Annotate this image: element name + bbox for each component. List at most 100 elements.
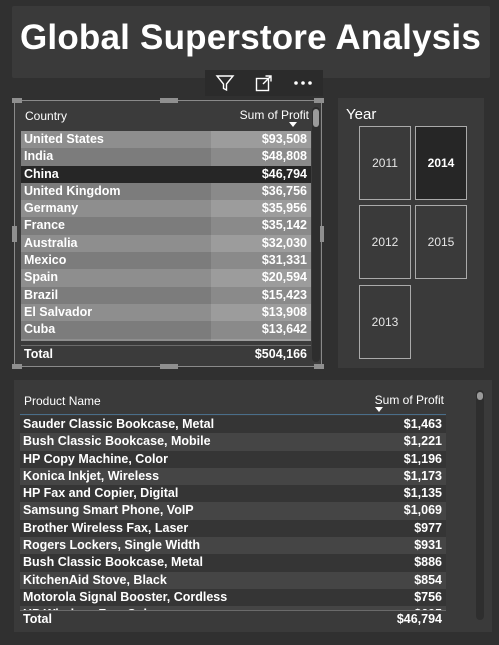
profit-value: $35,956 (211, 200, 311, 218)
sort-descending-icon (375, 407, 383, 412)
table-row[interactable]: El Salvador $13,908 (21, 303, 311, 322)
profit-value: $1,173 (403, 468, 442, 483)
year-tile-2012[interactable]: 2012 (359, 205, 411, 279)
profit-value: $31,331 (211, 252, 311, 270)
country-name: Australia (24, 235, 78, 250)
country-name: France (24, 218, 65, 233)
table-row[interactable]: Samsung Smart Phone, VoIP $1,069 (20, 502, 446, 520)
profit-value: $48,808 (211, 148, 311, 166)
year-tile-2015[interactable]: 2015 (415, 205, 467, 279)
table-row[interactable]: India $48,808 (21, 148, 311, 166)
year-tile-label: 2014 (427, 156, 455, 170)
country-name: United Kingdom (24, 183, 121, 198)
year-tile-label: 2015 (427, 235, 455, 249)
year-tile-2014[interactable]: 2014 (415, 126, 467, 200)
table-row[interactable]: Rogers Lockers, Single Width $931 (20, 537, 446, 555)
header-divider (20, 414, 446, 415)
product-rows: Sauder Classic Bookcase, Metal $1,463 Bush… (20, 416, 446, 612)
table-row[interactable]: Germany $35,956 (21, 200, 311, 218)
table-row[interactable]: Nicaragua$10,629 (21, 338, 311, 341)
country-name: Mexico (24, 253, 67, 268)
table-row[interactable]: Spain $20,594 (21, 269, 311, 287)
table-row[interactable]: KitchenAid Stove, Black $854 (20, 571, 446, 589)
sort-descending-icon (289, 122, 297, 127)
table-row[interactable]: Sauder Classic Bookcase, Metal $1,463 (20, 416, 446, 434)
product-scrollbar[interactable] (476, 390, 484, 620)
table-row[interactable]: Cuba $13,642 (21, 321, 311, 339)
profit-column-header[interactable]: Sum of Profit (375, 393, 444, 407)
profit-value: $15,423 (211, 286, 311, 304)
product-column-header[interactable]: Product Name (24, 394, 101, 408)
year-tile-label: 2012 (371, 235, 399, 249)
product-name: Bush Classic Bookcase, Metal (23, 555, 203, 570)
table-row[interactable]: Australia $32,030 (21, 234, 311, 253)
resize-handle[interactable] (314, 98, 324, 103)
country-scroll-thumb[interactable] (313, 109, 319, 127)
product-table[interactable]: Product Name Sum of Profit Sauder Classi… (14, 380, 492, 632)
profit-value: $1,135 (403, 486, 442, 501)
product-total-row: Total $46,794 (20, 610, 446, 628)
profit-value: $1,069 (403, 503, 442, 518)
resize-handle[interactable] (314, 364, 324, 369)
profit-value: $854 (414, 572, 442, 587)
table-row[interactable]: HP Copy Machine, Color $1,196 (20, 450, 446, 468)
profit-value: $36,756 (211, 182, 311, 201)
total-label: Total (23, 612, 52, 626)
profit-column-header[interactable]: Sum of Profit (240, 108, 309, 122)
table-row[interactable]: United States $93,508 (21, 131, 311, 149)
table-row[interactable]: Bush Classic Bookcase, Metal $886 (20, 554, 446, 572)
country-name: India (24, 149, 54, 164)
table-row[interactable]: Brother Wireless Fax, Laser $977 (20, 519, 446, 538)
profit-value: $1,463 (403, 417, 442, 431)
profit-value: $46,794 (211, 165, 311, 183)
profit-value: $20,594 (211, 269, 311, 287)
product-name: HP Copy Machine, Color (23, 451, 168, 466)
total-value: $46,794 (396, 612, 442, 626)
focus-mode-icon[interactable] (252, 71, 276, 95)
country-name: Cuba (24, 322, 56, 337)
country-name: United States (24, 132, 104, 146)
country-column-header[interactable]: Country (25, 109, 67, 123)
table-row[interactable]: China $46,794 (21, 165, 311, 183)
profit-value: $93,508 (211, 131, 311, 149)
year-tile-2011[interactable]: 2011 (359, 126, 411, 200)
profit-value: $35,142 (211, 217, 311, 235)
year-slicer: Year 2011 2014 2012 2015 2013 (338, 98, 484, 368)
table-row[interactable]: HP Fax and Copier, Digital $1,135 (20, 485, 446, 503)
table-row[interactable]: Bush Classic Bookcase, Mobile $1,221 (20, 433, 446, 451)
country-total-row: Total $504,166 (21, 345, 311, 363)
year-tile-2013[interactable]: 2013 (359, 285, 411, 359)
country-table[interactable]: Country Sum of Profit United States $93,5… (12, 98, 324, 369)
product-name: Samsung Smart Phone, VoIP (23, 503, 194, 518)
profit-value: $931 (414, 538, 442, 553)
product-name: Rogers Lockers, Single Width (23, 538, 201, 553)
table-row[interactable]: France $35,142 (21, 217, 311, 235)
country-table-header: Country Sum of Profit (21, 103, 311, 127)
table-row[interactable]: United Kingdom $36,756 (21, 182, 311, 201)
table-row[interactable]: Brazil $15,423 (21, 286, 311, 304)
table-row[interactable]: Mexico $31,331 (21, 252, 311, 270)
resize-handle[interactable] (12, 226, 17, 242)
country-scrollbar[interactable] (312, 107, 320, 362)
more-options-icon[interactable] (291, 71, 315, 95)
profit-value: $1,196 (403, 451, 442, 466)
resize-handle[interactable] (160, 364, 178, 369)
profit-value: $13,642 (211, 321, 311, 339)
year-slicer-label: Year (346, 106, 377, 123)
resize-handle[interactable] (12, 364, 22, 369)
profit-value: $10,629 (211, 338, 311, 341)
title-banner: Global Superstore Analysis (12, 6, 490, 78)
product-name: Sauder Classic Bookcase, Metal (23, 417, 215, 431)
product-scroll-thumb[interactable] (477, 392, 483, 400)
country-name: Germany (24, 201, 79, 216)
year-tile-label: 2013 (371, 315, 399, 329)
profit-value: $13,908 (211, 303, 311, 322)
total-value: $504,166 (254, 347, 307, 361)
product-name: Konica Inkjet, Wireless (23, 468, 160, 483)
filter-icon[interactable] (213, 71, 237, 95)
table-row[interactable]: Motorola Signal Booster, Cordless $756 (20, 588, 446, 607)
country-rows: United States $93,508 India $48,808 China $46… (21, 131, 311, 341)
table-row[interactable]: Konica Inkjet, Wireless $1,173 (20, 467, 446, 486)
page-title: Global Superstore Analysis (20, 18, 481, 57)
product-table-header: Product Name Sum of Profit (20, 388, 446, 412)
